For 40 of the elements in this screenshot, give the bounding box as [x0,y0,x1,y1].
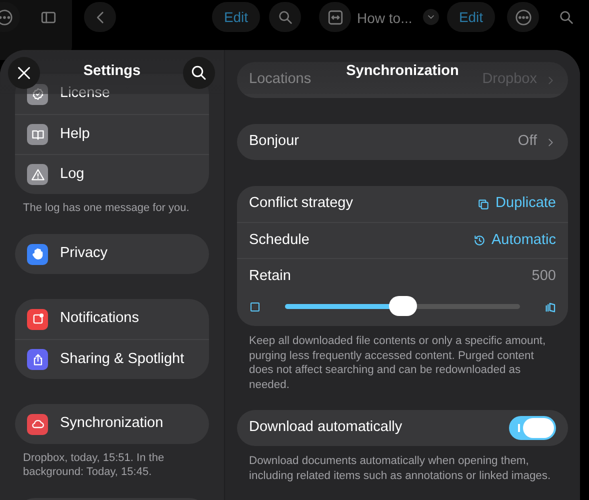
footnote-text: Download documents automatically when opening them, including related items such as annotations or linked images. [248,454,552,483]
pane-title: Settings [83,62,141,82]
row-label: Download automatically [249,418,402,438]
footnote-text: Dropbox, today, 15:51. In the background: Today, 15:45. [22,451,166,479]
row-label: Retain [249,266,291,286]
settings-row[interactable]: Privacy [15,234,209,274]
edit-button[interactable]: Edit [212,2,260,32]
slider-thumb[interactable] [388,296,416,316]
pane-title: Synchronization [346,62,459,82]
value-text: 500 [532,266,556,286]
edit-button[interactable]: Edit [447,2,495,32]
search-button[interactable] [183,57,215,89]
toggle-switch[interactable] [509,416,556,440]
search-icon[interactable] [269,2,301,32]
menu-button[interactable]: Duplicate [476,193,556,215]
chevron-button[interactable] [423,9,439,25]
row-label: Locations [249,70,312,90]
expand-icon[interactable] [319,2,351,32]
document-title: How to... [357,9,412,28]
back-button[interactable] [84,2,116,32]
settings-row[interactable]: Synchronization [15,404,209,444]
settings-row[interactable]: Sharing & Spotlight [15,339,209,379]
row-label: Conflict strategy [249,194,353,214]
row-label: Bonjour [249,132,299,152]
footnote-text: Keep all downloaded file contents or only a specific amount, purging less frequently accessed content. Purged content does not affect searching and can be redownloaded as needed. [248,334,547,392]
settings-row[interactable]: Help [15,114,209,154]
stack-icon [544,300,558,314]
footnote-text: The log has one message for you. [22,201,190,215]
close-button[interactable] [8,57,40,89]
menu-button[interactable]: Automatic [472,230,556,252]
search-icon [190,64,208,82]
more-icon[interactable] [507,2,539,32]
square-icon [249,301,261,313]
row-label: Schedule [249,230,310,250]
settings-row[interactable]: Log [15,154,209,194]
clock-icon [472,234,486,247]
copy-icon [476,198,490,210]
close-icon [15,64,33,82]
settings-row[interactable]: Notifications [15,299,209,339]
value-text: Off [518,132,537,152]
